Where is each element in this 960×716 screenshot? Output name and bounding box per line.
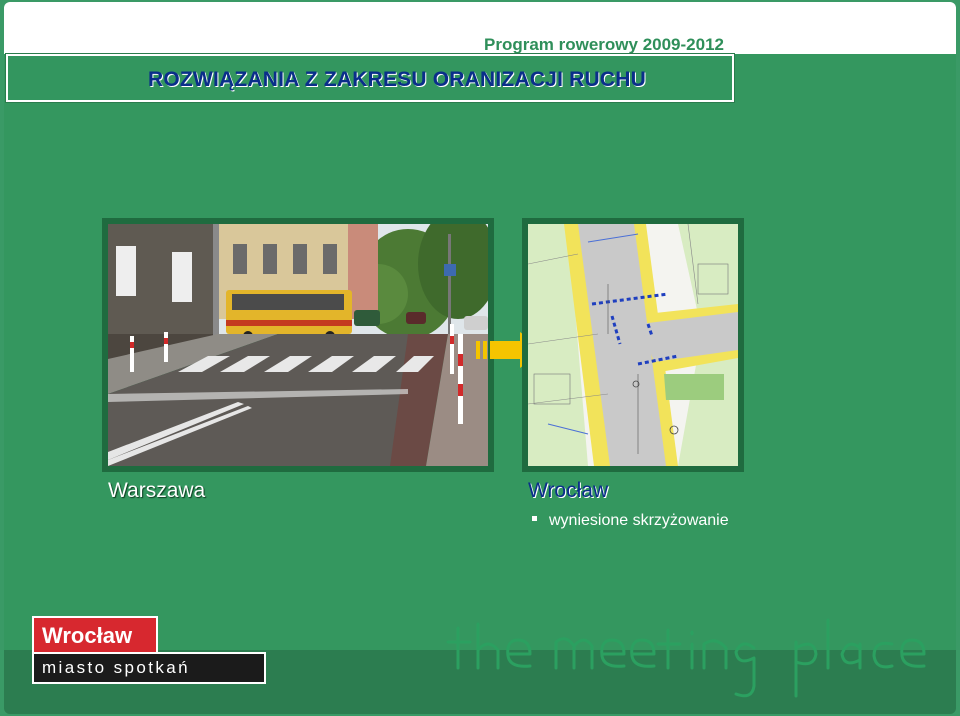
intersection-plan [528,224,738,466]
slide-title: ROZWIĄZANIA Z ZAKRESU ORANIZACJI RUCHU [148,68,646,91]
city-label-wroclaw: Wrocław [528,479,609,502]
logo-top: Wrocław [32,616,158,656]
logo-top-text: Wrocław [42,623,133,648]
slide: Program rowerowy 2009-2012 ROZWIĄZANIA Z… [0,0,960,716]
tagline-image [446,618,926,698]
title-box: ROZWIĄZANIA Z ZAKRESU ORANIZACJI RUCHU [6,54,734,102]
program-label: Program rowerowy 2009-2012 [483,35,724,54]
header-band [4,2,956,54]
intersection-plan-image [528,224,738,466]
photo-frame [102,218,494,472]
slide-background: Program rowerowy 2009-2012 ROZWIĄZANIA Z… [4,2,956,714]
square-bullet-icon [532,516,537,522]
street-photo [108,224,488,466]
wroclaw-logo: Wrocław miasto spotkań [32,616,266,684]
logo-bottom: miasto spotkań [32,652,266,684]
map-frame [522,218,744,472]
bullet-text: wyniesione skrzyżowanie [549,512,729,529]
logo-bottom-text: miasto spotkań [42,658,190,677]
city-label-warszawa: Warszawa [108,479,206,502]
bullet-item: wyniesione skrzyżowanie [532,512,729,530]
tagline-lettering [446,608,946,708]
street-photo-image [108,224,488,466]
